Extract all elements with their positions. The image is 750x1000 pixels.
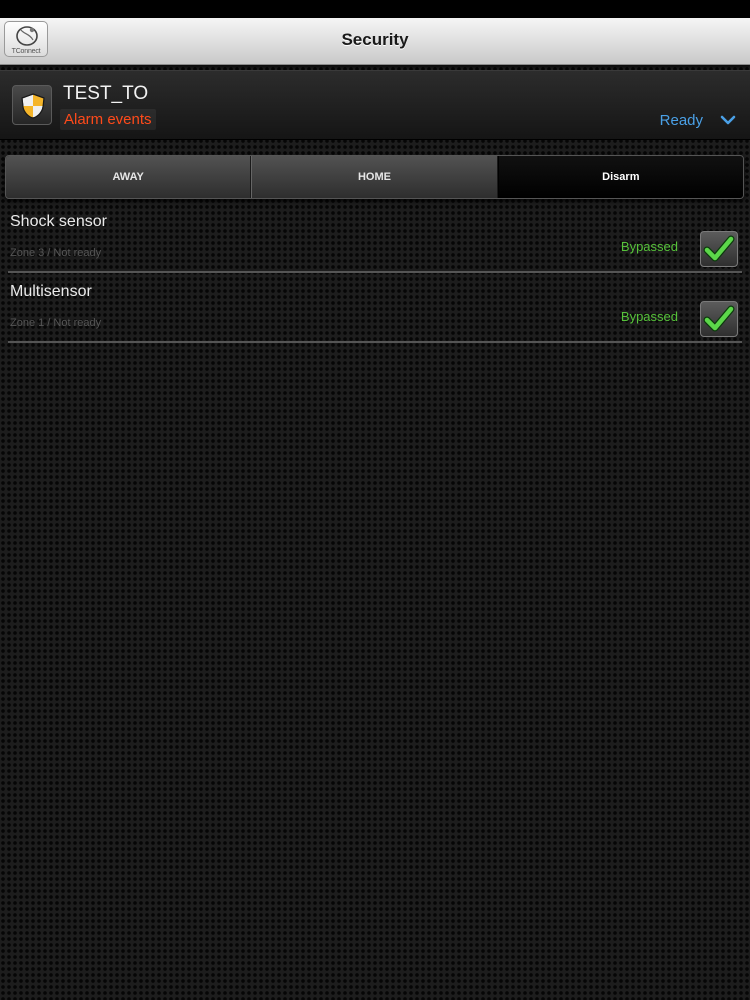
arming-mode-tabs: AWAY HOME Disarm xyxy=(5,155,744,199)
zone-name: Shock sensor xyxy=(10,213,107,230)
zone-status: Bypassed xyxy=(620,309,678,324)
ready-status[interactable]: Ready xyxy=(660,112,703,129)
bypass-checkbox[interactable] xyxy=(700,301,738,337)
bypass-checkbox[interactable] xyxy=(700,231,738,267)
system-panel: TEST_TO Alarm events Ready xyxy=(0,70,750,140)
check-icon xyxy=(703,305,735,332)
shield-badge xyxy=(12,85,52,125)
navigation-bar: TConnect Security xyxy=(0,18,750,65)
page-title: Security xyxy=(341,30,409,49)
check-icon xyxy=(703,235,735,262)
tab-home[interactable]: HOME xyxy=(251,156,498,198)
zone-row: Shock sensor Zone 3 / Not ready Bypassed xyxy=(8,205,742,273)
zone-detail: Zone 1 / Not ready xyxy=(10,317,102,329)
zone-name: Multisensor xyxy=(10,283,92,300)
zone-row: Multisensor Zone 1 / Not ready Bypassed xyxy=(8,275,742,343)
site-name: TEST_TO xyxy=(63,83,149,104)
chevron-down-icon[interactable] xyxy=(720,114,736,126)
tab-away[interactable]: AWAY xyxy=(6,156,252,198)
zone-list: Shock sensor Zone 3 / Not ready Bypassed… xyxy=(8,205,742,345)
zone-detail: Zone 3 / Not ready xyxy=(10,247,102,259)
alarm-events-link[interactable]: Alarm events xyxy=(60,109,156,130)
tab-disarm[interactable]: Disarm xyxy=(497,156,743,198)
status-strip xyxy=(0,0,750,18)
shield-icon xyxy=(21,93,45,119)
zone-status: Bypassed xyxy=(620,239,678,254)
